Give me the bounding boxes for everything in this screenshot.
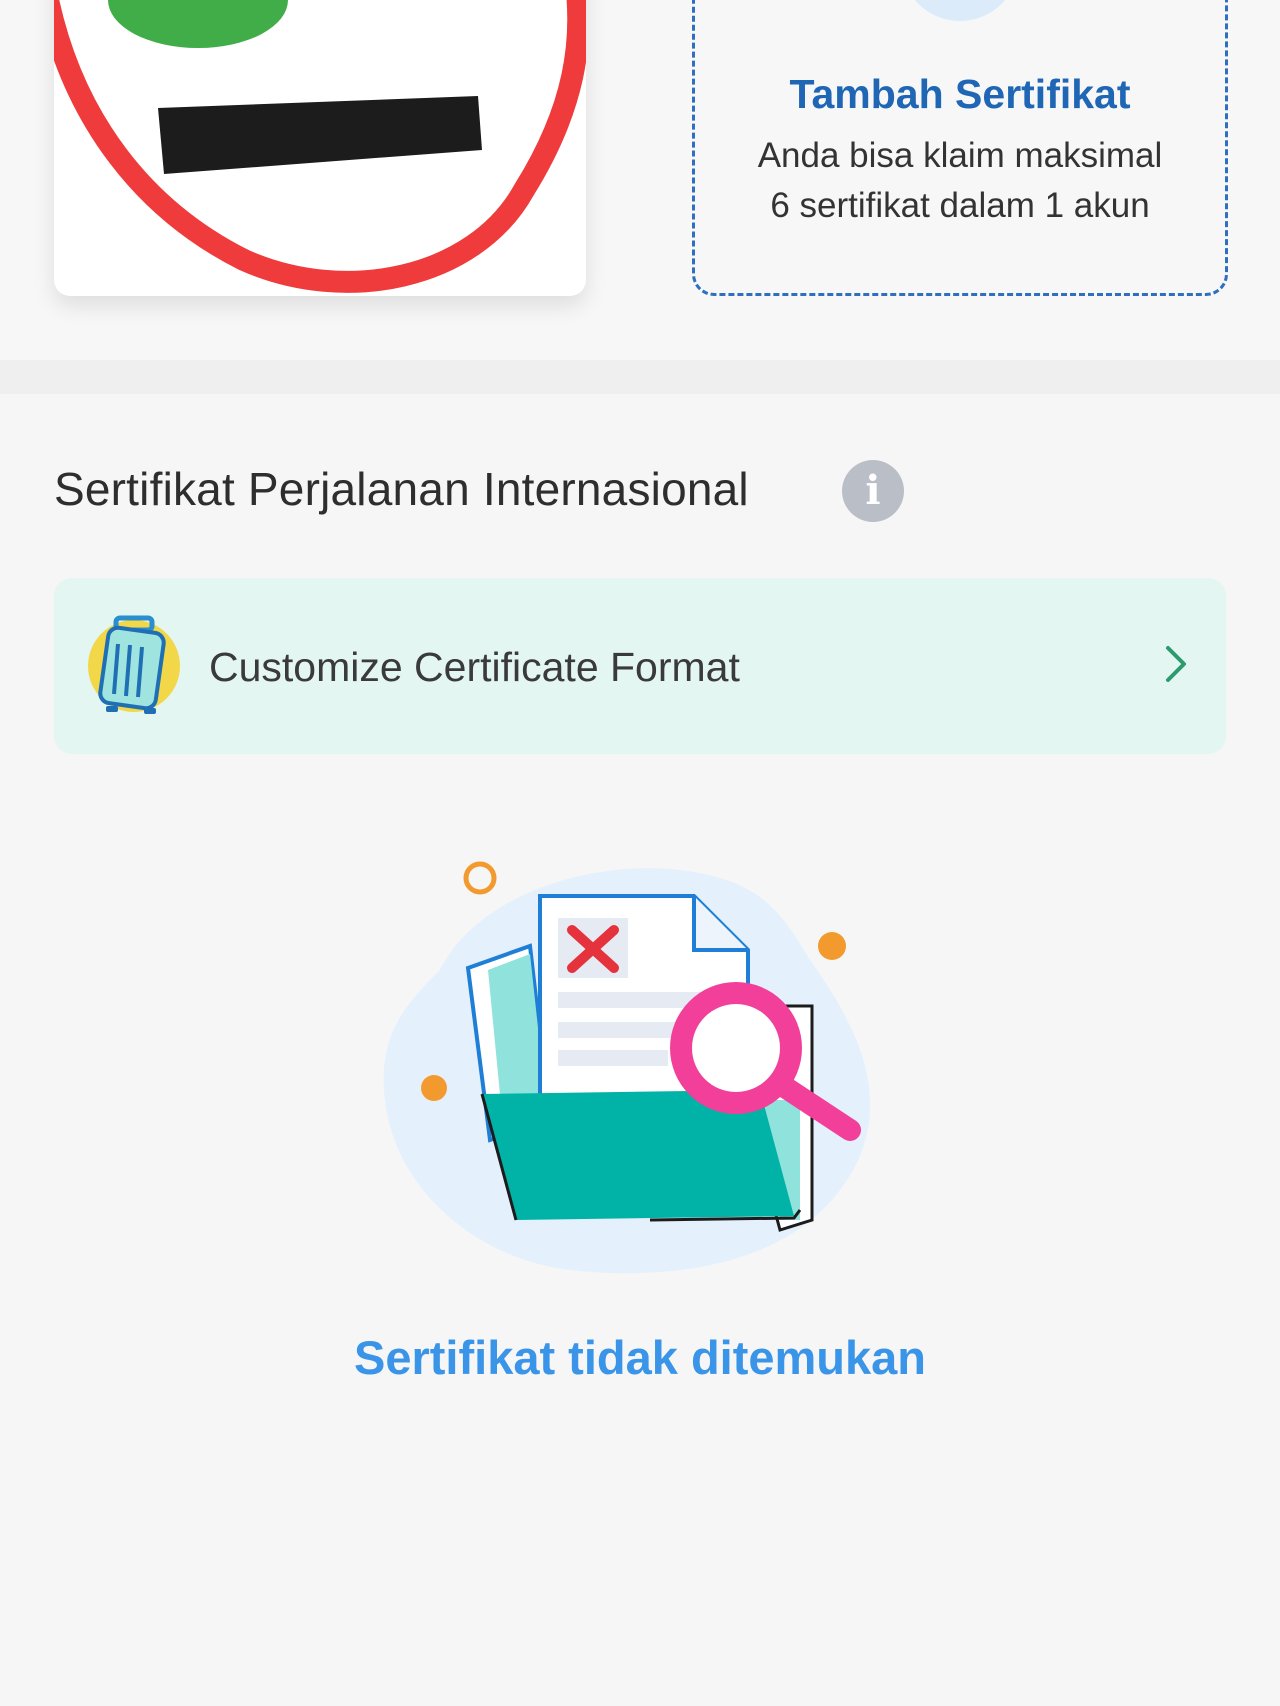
customize-certificate-format-label: Customize Certificate Format [209, 644, 740, 690]
section-title: Sertifikat Perjalanan Internasional [54, 463, 749, 515]
empty-state-message: Sertifikat tidak ditemukan [354, 1331, 926, 1384]
chevron-right-icon [1166, 646, 1186, 682]
certificate-card[interactable] [54, 0, 586, 296]
add-certificate-title: Tambah Sertifikat [789, 71, 1131, 117]
add-certificate-card[interactable]: Tambah Sertifikat Anda bisa klaim maksim… [692, 0, 1228, 296]
certificate-card-graphic [54, 0, 586, 293]
folder-search-illustration [383, 861, 871, 1274]
add-certificate-description: Anda bisa klaim maksimal 6 sertifikat da… [757, 136, 1163, 225]
add-certificate-icon [901, 0, 1019, 21]
redaction-bar [158, 96, 482, 174]
customize-certificate-format-button[interactable]: Customize Certificate Format [54, 578, 1226, 754]
page: Tambah Sertifikat Anda bisa klaim maksim… [0, 0, 1280, 1706]
status-circle-icon [108, 0, 288, 48]
luggage-icon [88, 615, 180, 714]
section-divider [0, 360, 1280, 394]
info-icon[interactable]: i [842, 460, 904, 522]
